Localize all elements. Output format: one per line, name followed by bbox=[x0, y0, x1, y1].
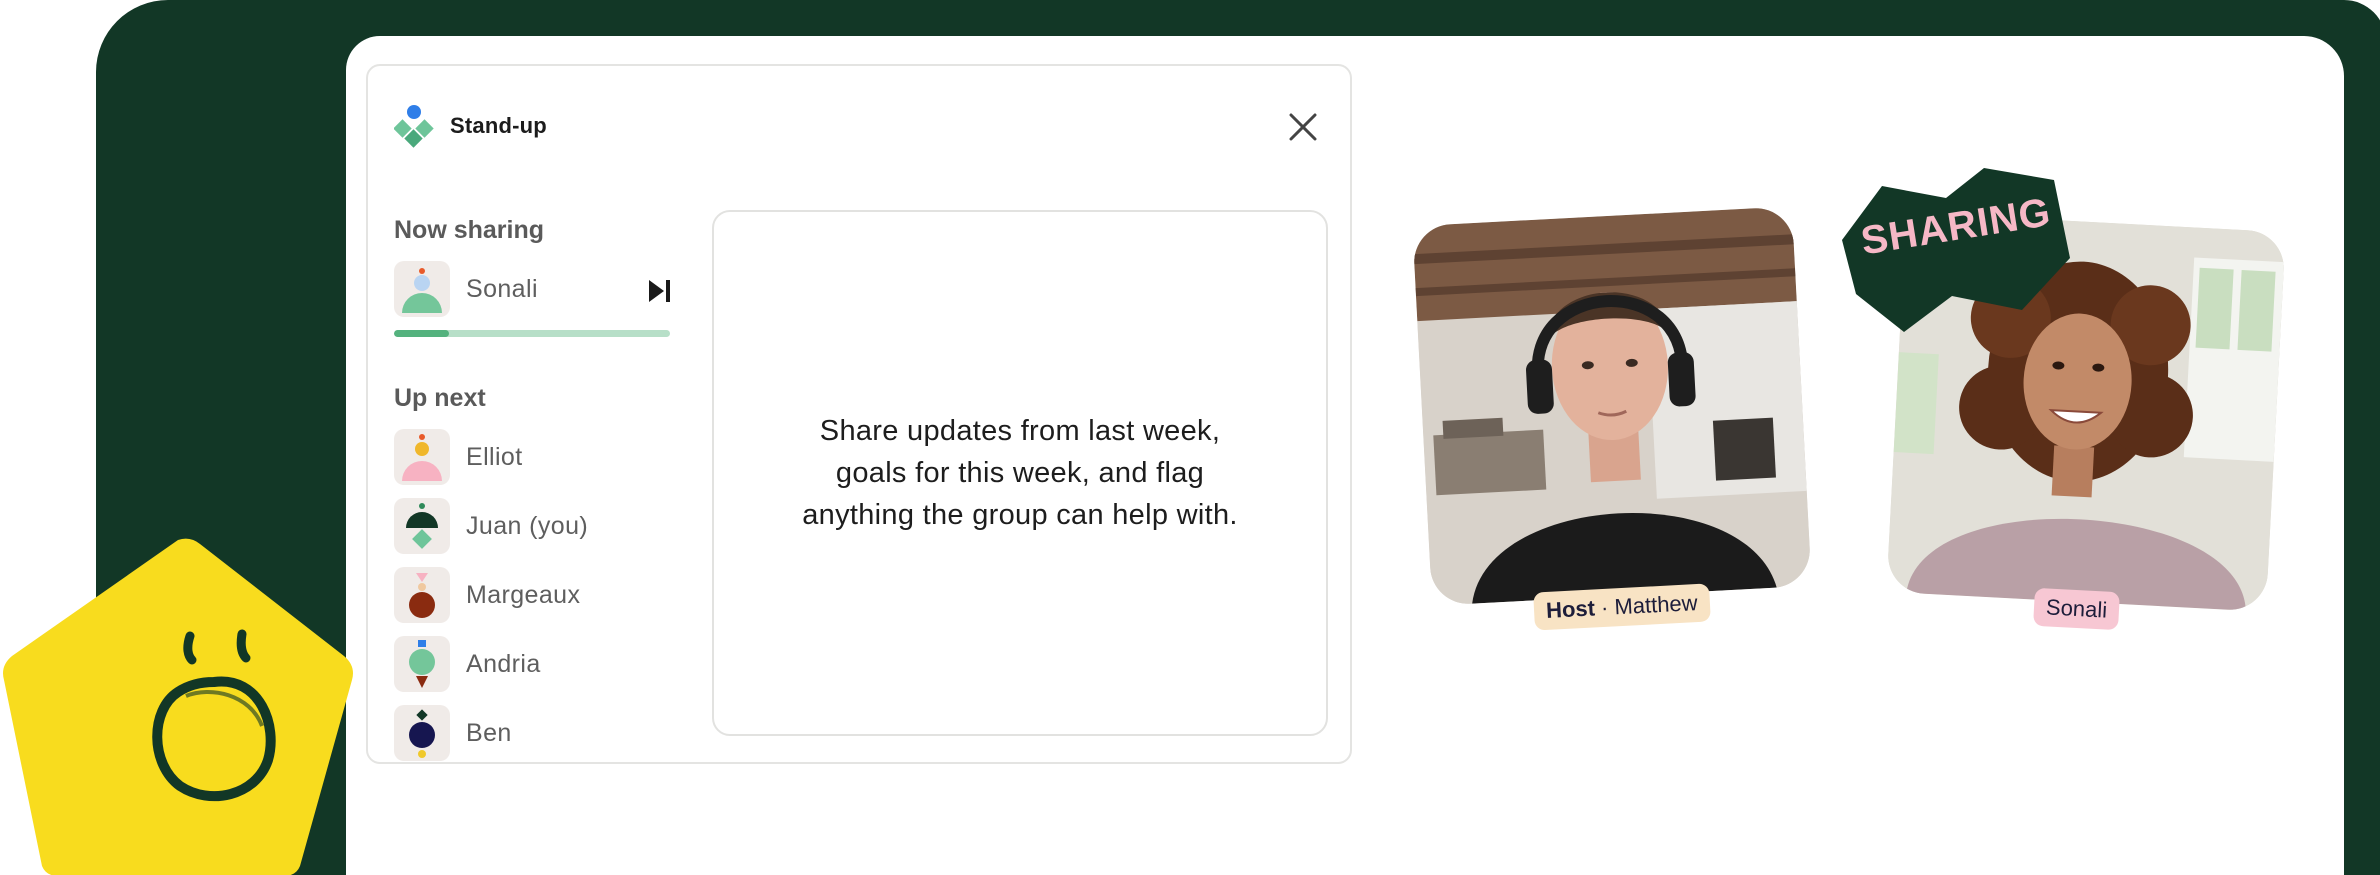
prompt-text: Share updates from last week, goals for … bbox=[802, 415, 1238, 531]
up-next-heading: Up next bbox=[394, 384, 486, 412]
diamond-cluster-logo-icon bbox=[394, 105, 434, 148]
prompt-card: Share updates from last week, goals for … bbox=[712, 210, 1328, 736]
sharing-name-tag: Sonali bbox=[2033, 587, 2121, 631]
host-separator: · bbox=[1600, 594, 1609, 621]
avatar-ben bbox=[394, 705, 450, 761]
person-name: Andria bbox=[466, 649, 541, 678]
host-video-tile[interactable] bbox=[1412, 206, 1812, 606]
list-item[interactable]: Elliot bbox=[394, 428, 523, 486]
list-item[interactable]: Ben bbox=[394, 704, 512, 762]
person-name: Elliot bbox=[466, 442, 523, 471]
person-name: Margeaux bbox=[466, 580, 581, 609]
avatar-juan bbox=[394, 498, 450, 554]
avatar-elliot bbox=[394, 429, 450, 485]
app-stage: Stand-up Now sharing Sonali Up next Elli… bbox=[0, 0, 2380, 875]
yellow-pentagon-mascot bbox=[3, 538, 353, 875]
avatar-sonali bbox=[394, 261, 450, 317]
skip-next-icon bbox=[649, 280, 670, 302]
now-sharing-heading: Now sharing bbox=[394, 216, 545, 244]
standup-panel: Stand-up Now sharing Sonali Up next Elli… bbox=[366, 64, 1352, 764]
sharing-progress-fill bbox=[394, 330, 450, 337]
panel-title: Stand-up bbox=[450, 113, 547, 138]
list-item[interactable]: Margeaux bbox=[394, 566, 580, 624]
panel-header: Stand-up bbox=[394, 104, 547, 148]
person-name: Ben bbox=[466, 718, 512, 747]
now-sharing-person: Sonali bbox=[394, 260, 538, 318]
avatar-andria bbox=[394, 636, 450, 692]
close-icon bbox=[1289, 113, 1317, 141]
skip-speaker-button[interactable] bbox=[644, 276, 676, 306]
person-name: Juan (you) bbox=[466, 511, 589, 540]
now-sharing-name: Sonali bbox=[466, 274, 538, 303]
list-item[interactable]: Juan (you) bbox=[394, 497, 588, 555]
host-video-feed bbox=[1412, 206, 1812, 606]
close-button[interactable] bbox=[1278, 102, 1328, 152]
avatar-margeaux bbox=[394, 567, 450, 623]
host-name: Matthew bbox=[1613, 590, 1699, 620]
sharing-progress-bar bbox=[394, 330, 670, 337]
host-role-label: Host bbox=[1545, 595, 1596, 623]
list-item[interactable]: Andria bbox=[394, 635, 541, 693]
